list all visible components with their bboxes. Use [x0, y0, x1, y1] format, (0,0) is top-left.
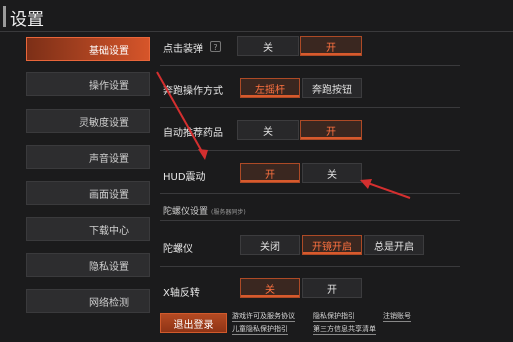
annotation-arrow-line	[364, 181, 411, 199]
annotation-arrowhead	[198, 149, 208, 160]
annotation-arrow-line	[156, 71, 206, 158]
annotation-arrows	[156, 71, 411, 199]
